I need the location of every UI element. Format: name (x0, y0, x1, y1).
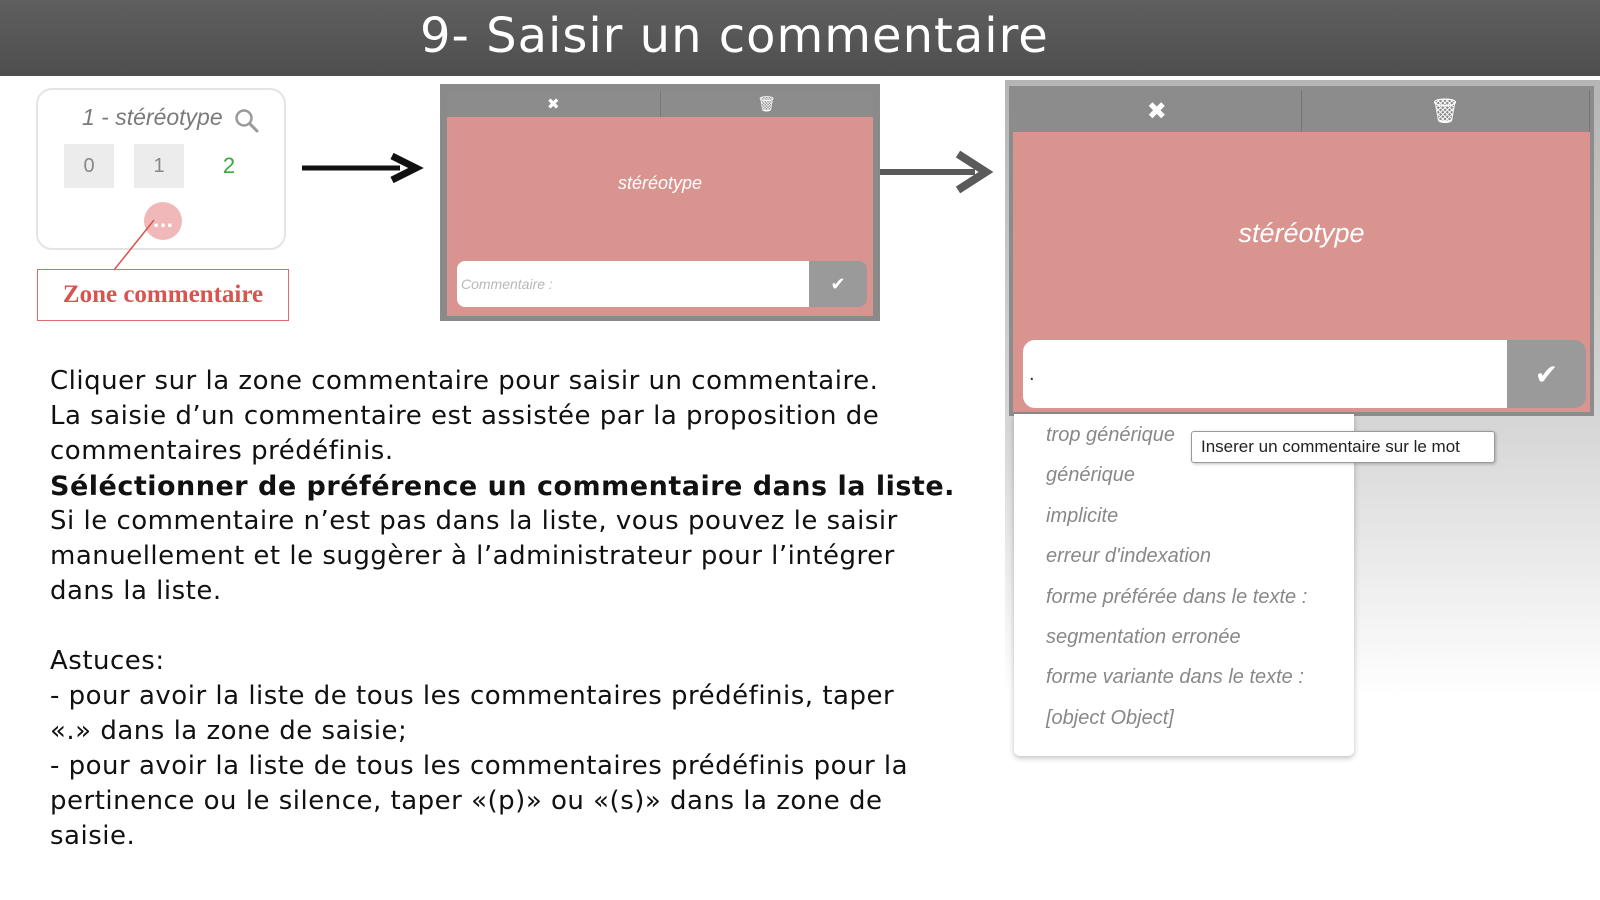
trash-icon[interactable]: 🗑 (1302, 90, 1590, 132)
term-card: 1 - stéréotype 0 1 2 ... (36, 88, 286, 250)
score-2-button[interactable]: 2 (204, 144, 254, 188)
term-label: 1 - stéréotype (82, 104, 223, 130)
comment-input[interactable] (1023, 340, 1507, 408)
slide-header: 9- Saisir un commentaire (0, 0, 1600, 76)
trash-icon[interactable]: 🗑 (661, 91, 874, 117)
instruction-line: commentaires prédéfinis. (50, 436, 394, 466)
tip-line: «.» dans la zone de saisie; (50, 716, 408, 746)
instruction-line: Cliquer sur la zone commentaire pour sai… (50, 366, 879, 396)
suggestion-item[interactable]: implicite (1046, 505, 1118, 528)
comment-input[interactable] (457, 261, 809, 307)
instruction-emphasis: Séléctionner de préférence un commentair… (50, 471, 955, 502)
panel-toolbar: ✖ 🗑 (1013, 90, 1590, 132)
tip-line: saisie. (50, 821, 136, 851)
suggestion-dropdown: trop générique générique implicite erreu… (1014, 414, 1354, 756)
suggestion-item[interactable]: générique (1046, 464, 1135, 487)
arrow-right-icon (302, 152, 424, 184)
instructions-text: Cliquer sur la zone commentaire pour sai… (50, 364, 1000, 854)
panel-term: stéréotype (1238, 218, 1365, 248)
tooltip: Inserer un commentaire sur le mot (1191, 431, 1495, 463)
annotation-label: Zone commentaire (37, 269, 289, 321)
score-1-button[interactable]: 1 (134, 144, 184, 188)
suggestion-item[interactable]: segmentation erronée (1046, 626, 1241, 649)
checkmark-icon[interactable]: ✔ (1507, 340, 1586, 408)
suggestion-item[interactable]: forme variante dans le texte : (1046, 666, 1304, 689)
slide-title: 9- Saisir un commentaire (420, 8, 1049, 64)
tip-line: pertinence ou le silence, taper «(p)» ou… (50, 786, 883, 816)
comment-panel: ✖ 🗑 stéréotype ✔ (1009, 86, 1594, 416)
suggestion-item[interactable]: forme préférée dans le texte : (1046, 586, 1307, 609)
instruction-line: La saisie d’un commentaire est assistée … (50, 401, 880, 431)
tip-line: - pour avoir la liste de tous les commen… (50, 681, 895, 711)
instruction-line: Si le commentaire n’est pas dans la list… (50, 506, 898, 536)
score-0-button[interactable]: 0 (64, 144, 114, 188)
panel-body: stéréotype ✔ (447, 117, 873, 316)
search-icon[interactable] (234, 108, 260, 134)
instruction-line: manuellement et le suggèrer à l’administ… (50, 541, 895, 571)
close-icon[interactable]: ✖ (447, 91, 661, 117)
tip-line: - pour avoir la liste de tous les commen… (50, 751, 909, 781)
suggestion-item[interactable]: trop générique (1046, 424, 1175, 447)
suggestion-item[interactable]: erreur d'indexation (1046, 545, 1211, 568)
comment-panel-preview: ✖ 🗑 stéréotype ✔ (440, 84, 880, 321)
checkmark-icon[interactable]: ✔ (809, 261, 867, 307)
panel-term: stéréotype (617, 173, 703, 193)
close-icon[interactable]: ✖ (1013, 90, 1302, 132)
suggestion-item[interactable]: [object Object] (1046, 707, 1174, 730)
tips-title: Astuces: (50, 646, 165, 676)
instruction-line: dans la liste. (50, 576, 222, 606)
panel-toolbar: ✖ 🗑 (447, 91, 873, 117)
